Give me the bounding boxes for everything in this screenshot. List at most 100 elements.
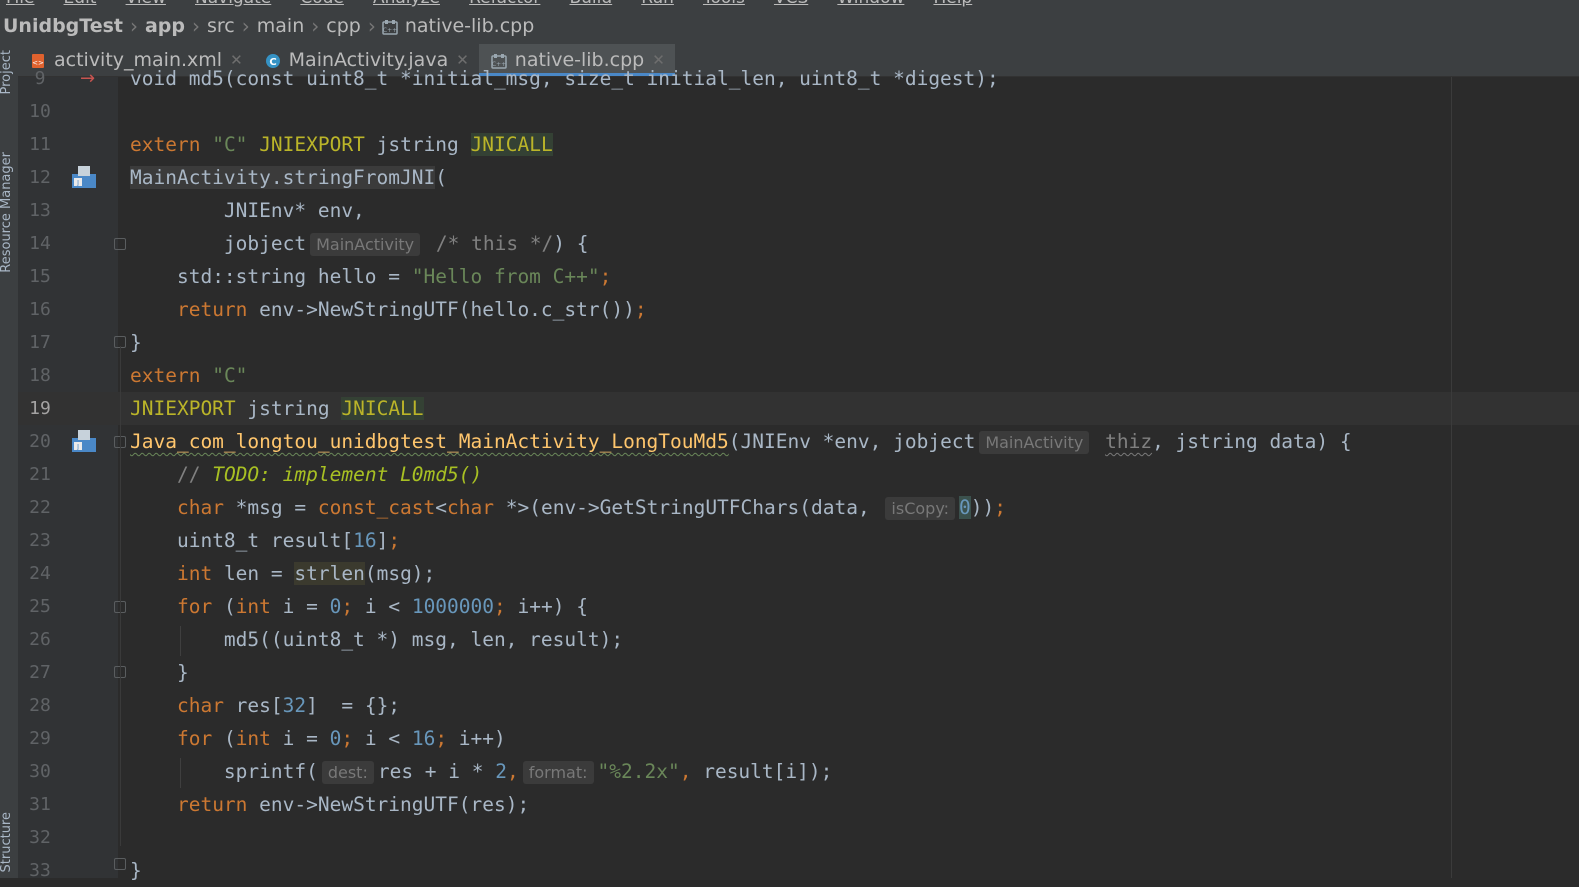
code-line-17[interactable]: } (130, 326, 142, 359)
breadcrumb-module[interactable]: app (142, 15, 188, 37)
menu-tools[interactable]: Tools (703, 0, 745, 8)
comment: // (176, 463, 213, 486)
run-arrow-icon[interactable]: → (80, 70, 95, 88)
fold-marker-icon[interactable] (114, 858, 126, 870)
line-number: 28 (29, 695, 51, 716)
code-line-26[interactable]: md5((uint8_t *) msg, len, result); (130, 623, 623, 656)
code-line-18[interactable]: extern "C" (130, 359, 247, 392)
number: 2 (495, 760, 507, 783)
function-call: strlen (294, 562, 365, 585)
statement: i++) { (505, 595, 588, 618)
code-line-21[interactable]: // TODO: implement L0md5() (130, 458, 482, 491)
code-line-29[interactable]: for (int i = 0; i < 16; i++) (130, 722, 506, 755)
line-number: 18 (29, 365, 51, 386)
line-number: 29 (29, 728, 51, 749)
type: jstring (376, 133, 459, 156)
breadcrumb-project[interactable]: UnidbgTest (0, 15, 126, 37)
keyword: char (176, 496, 224, 519)
code-line-24[interactable]: int len = strlen(msg); (130, 557, 435, 590)
menu-help[interactable]: Help (933, 0, 972, 8)
number: 0 (329, 727, 342, 750)
cpp-file-icon: C++ (382, 18, 398, 35)
inlay-hint: dest: (321, 761, 374, 784)
chevron-right-icon: › (311, 14, 320, 38)
todo-comment: TODO: implement L0md5() (212, 463, 483, 486)
string-literal: "%2.2x" (597, 760, 680, 783)
code-line-14[interactable]: jobject MainActivity /* this */) { (130, 227, 589, 260)
keyword: char (176, 694, 224, 717)
number: 16 (411, 727, 436, 750)
structure-tool-button[interactable]: Structure (0, 812, 14, 872)
statement: env->NewStringUTF(hello.c_str()) (247, 298, 635, 321)
unused-param: thiz (1105, 430, 1153, 453)
project-tool-button[interactable]: Project (0, 50, 14, 94)
fold-marker-icon[interactable] (114, 238, 126, 250)
code-line-22[interactable]: char *msg = const_cast<char *>(env->GetS… (130, 491, 1006, 524)
keyword: int (176, 562, 213, 585)
breadcrumb-main[interactable]: main (254, 15, 307, 37)
code-line-13[interactable]: JNIEnv* env, (130, 194, 365, 227)
svg-text:C++: C++ (383, 27, 397, 34)
resource-manager-tool-button[interactable]: Resource Manager (0, 152, 14, 273)
inlay-hint: format: (522, 761, 594, 784)
menu-vcs[interactable]: VCS (774, 0, 808, 8)
type: jobject (893, 430, 976, 453)
menu-refactor[interactable]: Refactor (469, 0, 540, 8)
code-line-31[interactable]: return env->NewStringUTF(res); (130, 788, 529, 821)
code-line-33[interactable]: } (130, 854, 142, 887)
menu-window[interactable]: Window (837, 0, 904, 8)
menu-code[interactable]: Code (300, 0, 344, 8)
code-line-25[interactable]: for (int i = 0; i < 1000000; i++) { (130, 590, 588, 623)
line-number: 33 (29, 860, 51, 881)
line-number: 14 (29, 233, 51, 254)
keyword: int (235, 595, 271, 618)
brace: } (130, 859, 142, 882)
number: 1000000 (411, 595, 495, 618)
keyword: extern (130, 364, 201, 387)
number: 0 (329, 595, 342, 618)
param: JNIEnv* env, (223, 199, 365, 222)
tool-window-strip: Project Resource Manager Structure (0, 44, 18, 878)
code-line-27[interactable]: } (130, 656, 189, 689)
menu-build[interactable]: Build (569, 0, 612, 8)
breadcrumb-cpp[interactable]: cpp (323, 15, 364, 37)
line-number: 25 (29, 596, 51, 617)
inlay-hint: MainActivity (979, 431, 1090, 454)
code-line-16[interactable]: return env->NewStringUTF(hello.c_str()); (130, 293, 647, 326)
statement: md5((uint8_t *) msg, len, result); (223, 628, 624, 651)
string-literal: "C" (212, 364, 248, 387)
code-line-19[interactable]: JNIEXPORT jstring JNICALL (130, 392, 424, 425)
breadcrumb-file[interactable]: native-lib.cpp (402, 15, 537, 37)
code-line-30[interactable]: sprintf(dest: res + i * 2, format: "%2.2x",… (130, 755, 832, 788)
line-number: 13 (29, 200, 51, 221)
menu-navigate[interactable]: Navigate (195, 0, 271, 8)
menu-run[interactable]: Run (641, 0, 674, 8)
jni-navigate-icon[interactable]: J (70, 428, 98, 454)
line-number: 12 (29, 167, 51, 188)
code-line-23[interactable]: uint8_t result[16]; (130, 524, 400, 557)
statement: ] = {}; (306, 694, 401, 717)
menu-file[interactable]: File (6, 0, 34, 8)
svg-text:J: J (76, 443, 79, 451)
code-line-9[interactable]: void md5(const uint8_t *initial_msg, siz… (130, 62, 999, 95)
line-number: 15 (29, 266, 51, 287)
jni-navigate-icon[interactable]: J (70, 164, 98, 190)
macro: JNICALL (341, 397, 424, 420)
keyword: return (176, 793, 248, 816)
inlay-hint: isCopy: (885, 497, 956, 520)
breadcrumb: UnidbgTest › app › src › main › cpp › C+… (0, 8, 1579, 44)
code-line-11[interactable]: extern "C" JNIEXPORT jstring JNICALL (130, 128, 553, 161)
statement: res + i * (377, 760, 496, 783)
breadcrumb-src[interactable]: src (204, 15, 238, 37)
code-line-28[interactable]: char res[32] = {}; (130, 689, 400, 722)
code-line-20[interactable]: Java_com_longtou_unidbgtest_MainActivity… (130, 425, 1352, 458)
code-line-12[interactable]: MainActivity.stringFromJNI( (130, 161, 447, 194)
line-number: 23 (29, 530, 51, 551)
menu-view[interactable]: View (126, 0, 166, 8)
number: 32 (282, 694, 307, 717)
number: 16 (353, 529, 377, 552)
menu-analyze[interactable]: Analyze (373, 0, 440, 8)
menu-edit[interactable]: Edit (64, 0, 97, 8)
code-line-15[interactable]: std::string hello = "Hello from C++"; (130, 260, 611, 293)
statement: i < (353, 595, 412, 618)
